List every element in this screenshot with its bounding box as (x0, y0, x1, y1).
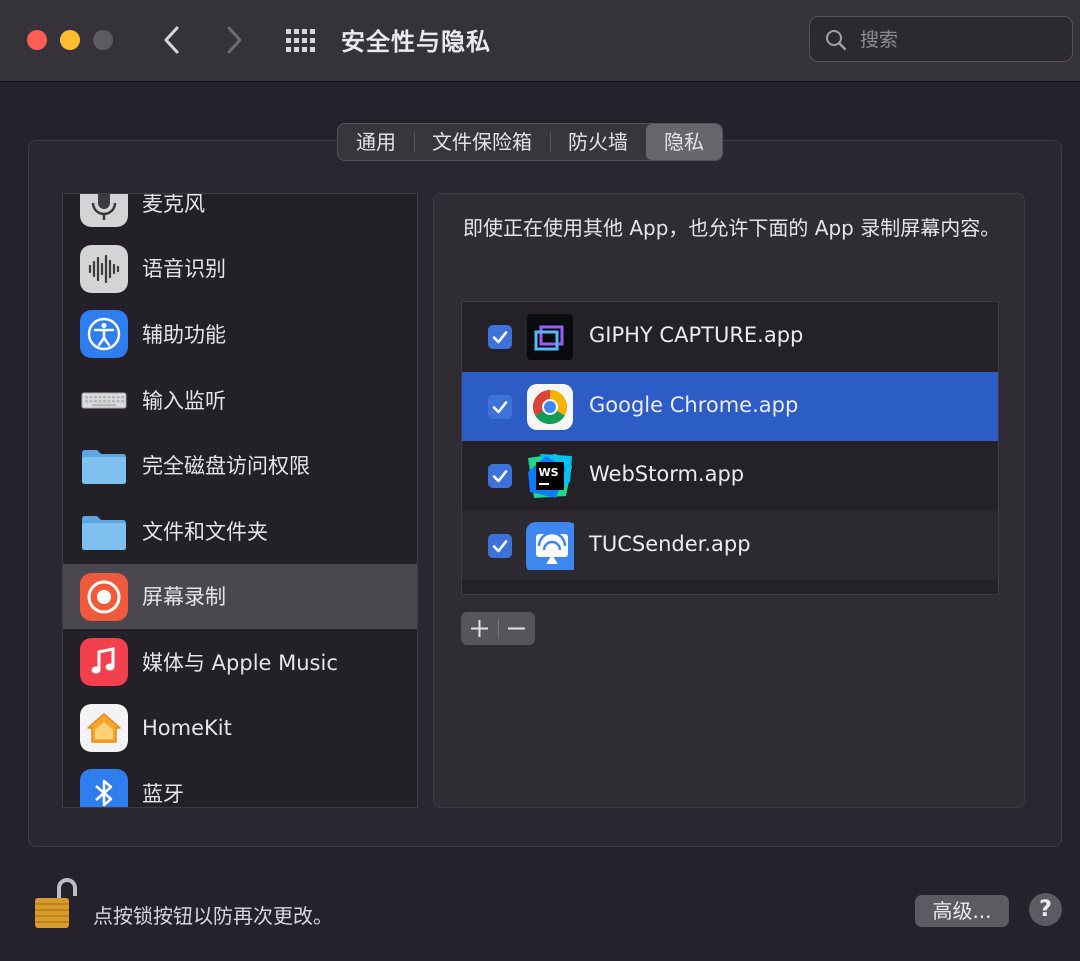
sidebar-item-input-monitoring[interactable]: 输入监听 (63, 367, 417, 433)
app-name: Google Chrome.app (589, 392, 799, 417)
grid-icon (286, 29, 315, 52)
forward-button[interactable] (214, 20, 254, 60)
app-checkbox[interactable] (488, 394, 512, 419)
tab-firewall[interactable]: 防火墙 (550, 124, 646, 160)
search-input[interactable] (858, 25, 1062, 55)
screen-recording-description: 即使正在使用其他 App，也允许下面的 App 录制屏幕内容。 (463, 216, 1001, 240)
chrome-icon (527, 383, 573, 430)
sidebar-item-files-and-folders[interactable]: 文件和文件夹 (63, 498, 417, 564)
sidebar-item-label: 语音识别 (142, 257, 226, 282)
show-all-button[interactable] (284, 27, 318, 55)
keyboard-icon (81, 392, 127, 409)
screen-recording-detail: 即使正在使用其他 App，也允许下面的 App 录制屏幕内容。 GIPHY CA… (433, 193, 1025, 808)
search-icon (826, 30, 847, 51)
speech-recognition-icon (80, 244, 128, 293)
sidebar-item-microphone[interactable]: 麦克风 (63, 193, 417, 236)
lock-status-text: 点按锁按钮以防再次更改。 (93, 904, 333, 928)
tab-filevault[interactable]: 文件保险箱 (414, 124, 550, 160)
window-title: 安全性与隐私 (341, 28, 491, 56)
app-row-google-chrome[interactable]: Google Chrome.app (462, 371, 998, 441)
title-bar: 安全性与隐私 (0, 0, 1080, 82)
add-remove-control (461, 612, 535, 645)
app-row-webstorm[interactable]: WS WebStorm.app (462, 441, 998, 511)
tab-privacy[interactable]: 隐私 (646, 124, 722, 160)
sidebar-item-label: 完全磁盘访问权限 (142, 454, 310, 479)
sidebar-item-media-apple-music[interactable]: 媒体与 Apple Music (63, 629, 417, 695)
app-row-giphy-capture[interactable]: GIPHY CAPTURE.app (462, 302, 998, 372)
app-row-tucsender[interactable]: TUCSender.app (462, 510, 998, 580)
app-checkbox[interactable] (488, 325, 512, 349)
sidebar-item-label: 辅助功能 (142, 322, 226, 347)
app-name: WebStorm.app (589, 462, 745, 486)
tab-bar: 通用 文件保险箱 防火墙 隐私 (337, 123, 723, 161)
minus-icon (508, 627, 525, 630)
bluetooth-icon (80, 769, 128, 807)
plus-icon (471, 620, 488, 637)
sidebar-item-label: 蓝牙 (142, 782, 184, 807)
help-button[interactable]: ? (1029, 893, 1062, 926)
app-name: TUCSender.app (589, 531, 751, 556)
sidebar-item-label: 麦克风 (142, 193, 205, 216)
sidebar-item-label: 输入监听 (142, 388, 226, 413)
sidebar-item-label: 文件和文件夹 (142, 519, 268, 544)
music-icon (80, 638, 128, 687)
search-field[interactable] (809, 16, 1073, 62)
app-name: GIPHY CAPTURE.app (589, 323, 804, 347)
sidebar-item-accessibility[interactable]: 辅助功能 (63, 301, 417, 367)
sidebar-item-screen-recording[interactable]: 屏幕录制 (63, 563, 417, 630)
homekit-icon (80, 703, 128, 752)
sidebar-item-label: 媒体与 Apple Music (142, 650, 338, 675)
zoom-window-button[interactable] (93, 30, 113, 50)
folder-icon (82, 515, 126, 550)
add-app-button[interactable] (461, 612, 498, 645)
folder-icon (82, 450, 126, 485)
app-list[interactable]: GIPHY CAPTURE.app Google Chrome.app WS W… (461, 301, 999, 595)
close-window-button[interactable] (27, 30, 47, 50)
webstorm-icon: WS (528, 454, 572, 498)
back-button[interactable] (152, 20, 192, 60)
sidebar-item-full-disk-access[interactable]: 完全磁盘访问权限 (63, 432, 417, 498)
accessibility-icon (80, 310, 128, 359)
privacy-category-list[interactable]: 麦克风 语音识别 辅助功能 输入监听 完全磁盘访问权限 文件和文件夹 屏幕录制 … (62, 193, 418, 808)
app-checkbox[interactable] (488, 464, 512, 488)
app-checkbox[interactable] (488, 533, 512, 558)
minimize-window-button[interactable] (60, 30, 80, 50)
screen-recording-icon (80, 572, 128, 621)
sidebar-item-speech-recognition[interactable]: 语音识别 (63, 236, 417, 302)
microphone-icon (80, 194, 128, 227)
tucsender-icon (526, 521, 574, 570)
chevron-left-icon (164, 26, 179, 54)
sidebar-item-bluetooth[interactable]: 蓝牙 (63, 760, 417, 807)
sidebar-item-homekit[interactable]: HomeKit (63, 695, 417, 761)
remove-app-button[interactable] (498, 612, 535, 645)
sidebar-item-label: 屏幕录制 (142, 585, 226, 610)
svg-text:WS: WS (539, 466, 559, 479)
tab-general[interactable]: 通用 (338, 124, 414, 160)
app-row-partial[interactable] (462, 580, 998, 594)
lock-icon[interactable] (33, 876, 77, 930)
chevron-right-icon (227, 26, 242, 54)
sidebar-item-label: HomeKit (142, 715, 232, 740)
advanced-button[interactable]: 高级... (915, 895, 1009, 927)
giphy-capture-icon (527, 314, 573, 360)
